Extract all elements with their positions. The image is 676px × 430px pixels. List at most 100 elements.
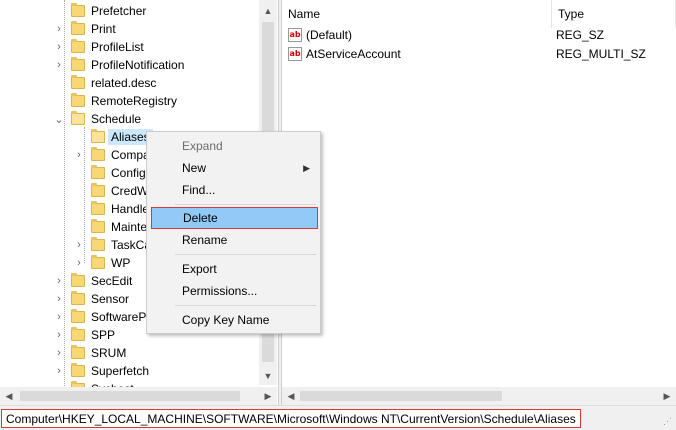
- tree-item-aliases[interactable]: Aliases: [74, 128, 153, 146]
- chevron-right-icon[interactable]: ›: [54, 308, 64, 326]
- folder-icon: [71, 273, 85, 287]
- tree-expander-icon: [54, 74, 64, 92]
- resize-grip-icon[interactable]: ⋰: [663, 416, 672, 427]
- scrollbar-thumb[interactable]: [300, 391, 502, 401]
- string-value-icon: ab: [288, 47, 302, 61]
- tree-item-label: ProfileNotification: [91, 58, 185, 72]
- tree-item-label: Config: [111, 166, 146, 180]
- folder-open-icon: [91, 129, 105, 143]
- chevron-right-icon[interactable]: ›: [54, 344, 64, 362]
- folder-icon: [91, 201, 105, 215]
- value-name: (Default): [306, 28, 353, 42]
- column-header-name[interactable]: Name: [282, 0, 552, 28]
- chevron-right-icon[interactable]: ›: [74, 254, 84, 272]
- menu-item-new-label: New: [182, 161, 207, 175]
- tree-horizontal-scrollbar[interactable]: ◀ ▶: [0, 387, 277, 405]
- tree-item-secedit[interactable]: › SecEdit: [54, 272, 132, 290]
- menu-item-copy-key-name[interactable]: Copy Key Name: [149, 309, 318, 331]
- scroll-left-arrow-icon[interactable]: ◀: [282, 387, 300, 405]
- folder-icon: [71, 291, 85, 305]
- tree-item-label: Compa: [111, 148, 150, 162]
- tree-item-remoteregistry[interactable]: RemoteRegistry: [54, 92, 177, 110]
- address-path[interactable]: Computer\HKEY_LOCAL_MACHINE\SOFTWARE\Mic…: [1, 409, 581, 428]
- menu-item-delete[interactable]: Delete: [151, 207, 318, 229]
- tree-expander-icon[interactable]: [54, 2, 64, 20]
- string-value-icon: ab: [288, 28, 302, 42]
- menu-separator: [175, 204, 316, 205]
- scroll-left-arrow-icon[interactable]: ◀: [0, 387, 18, 405]
- list-horizontal-scrollbar[interactable]: ◀ ▶: [282, 387, 676, 405]
- chevron-right-icon[interactable]: ›: [54, 326, 64, 344]
- tree-item-srum[interactable]: › SRUM: [54, 344, 126, 362]
- tree-item-softwarepr[interactable]: › SoftwarePr: [54, 308, 150, 326]
- tree-item-profilelist[interactable]: › ProfileList: [54, 38, 144, 56]
- tree-item-sensor[interactable]: › Sensor: [54, 290, 129, 308]
- folder-icon: [91, 255, 105, 269]
- tree-item-label: SRUM: [91, 346, 127, 360]
- tree-item-prefetcher[interactable]: Prefetcher: [54, 2, 146, 20]
- folder-icon: [71, 3, 85, 17]
- menu-item-find[interactable]: Find...: [149, 179, 318, 201]
- value-type: REG_MULTI_SZ: [556, 47, 646, 61]
- tree-item-label: Mainte: [111, 220, 148, 234]
- tree-item-taskca[interactable]: › TaskCa: [74, 236, 151, 254]
- values-list-pane[interactable]: Name Type ab (Default) REG_SZ ab AtServi…: [282, 0, 676, 405]
- tree-item-compa[interactable]: › Compa: [74, 146, 150, 164]
- folder-icon: [71, 57, 85, 71]
- value-name: AtServiceAccount: [306, 47, 401, 61]
- tree-item-credw[interactable]: CredW: [74, 182, 148, 200]
- tree-item-label: Superfetch: [91, 364, 150, 378]
- tree-item-print[interactable]: › Print: [54, 20, 116, 38]
- chevron-right-icon[interactable]: ›: [74, 236, 84, 254]
- menu-separator: [175, 305, 316, 306]
- folder-icon: [91, 165, 105, 179]
- menu-item-export[interactable]: Export: [149, 258, 318, 280]
- tree-item-label: Handle: [111, 202, 150, 216]
- menu-item-expand[interactable]: Expand: [149, 135, 318, 157]
- list-row[interactable]: ab (Default) REG_SZ: [288, 26, 668, 44]
- menu-item-rename[interactable]: Rename: [149, 229, 318, 251]
- tree-item-label: Sensor: [91, 292, 130, 306]
- tree-item-label: ProfileList: [91, 40, 144, 54]
- tree-expander-icon: [74, 164, 84, 182]
- chevron-right-icon[interactable]: ›: [54, 272, 64, 290]
- chevron-right-icon[interactable]: ›: [54, 290, 64, 308]
- submenu-arrow-icon: ▶: [303, 162, 310, 173]
- tree-item-schedule[interactable]: ⌄ Schedule: [54, 110, 141, 128]
- tree-item-mainte[interactable]: Mainte: [74, 218, 147, 236]
- scroll-up-arrow-icon[interactable]: ▲: [259, 2, 277, 20]
- scroll-down-arrow-icon[interactable]: ▼: [259, 367, 277, 385]
- tree-item-label: Print: [91, 22, 116, 36]
- chevron-right-icon[interactable]: ›: [54, 362, 64, 380]
- tree-item-wp[interactable]: › WP: [74, 254, 130, 272]
- chevron-right-icon[interactable]: ›: [54, 56, 64, 74]
- tree-item-label: Schedule: [91, 112, 142, 126]
- tree-item-profilenotification[interactable]: › ProfileNotification: [54, 56, 184, 74]
- tree-item-config[interactable]: Config: [74, 164, 146, 182]
- tree-item-spp[interactable]: › SPP: [54, 326, 115, 344]
- scroll-right-arrow-icon[interactable]: ▶: [259, 387, 277, 405]
- menu-separator: [175, 254, 316, 255]
- tree-item-related-desc[interactable]: related.desc: [54, 74, 156, 92]
- tree-item-handle[interactable]: Handle: [74, 200, 149, 218]
- chevron-right-icon[interactable]: ›: [74, 146, 84, 164]
- column-header-type[interactable]: Type: [552, 0, 676, 28]
- scrollbar-thumb[interactable]: [20, 391, 240, 401]
- tree-item-label: SPP: [91, 328, 116, 342]
- chevron-right-icon[interactable]: ›: [54, 20, 64, 38]
- folder-icon: [71, 75, 85, 89]
- scroll-right-arrow-icon[interactable]: ▶: [658, 387, 676, 405]
- folder-icon: [91, 183, 105, 197]
- folder-icon: [71, 345, 85, 359]
- tree-item-label: related.desc: [91, 76, 157, 90]
- chevron-right-icon[interactable]: ›: [54, 38, 64, 56]
- tree-item-label: SoftwarePr: [91, 310, 151, 324]
- menu-item-new[interactable]: New ▶: [149, 157, 318, 179]
- menu-item-permissions[interactable]: Permissions...: [149, 280, 318, 302]
- tree-expander-icon: [74, 128, 84, 146]
- folder-icon: [91, 147, 105, 161]
- list-row[interactable]: ab AtServiceAccount REG_MULTI_SZ: [288, 45, 668, 63]
- folder-icon: [71, 21, 85, 35]
- chevron-down-icon[interactable]: ⌄: [54, 110, 64, 128]
- tree-item-superfetch[interactable]: › Superfetch: [54, 362, 149, 380]
